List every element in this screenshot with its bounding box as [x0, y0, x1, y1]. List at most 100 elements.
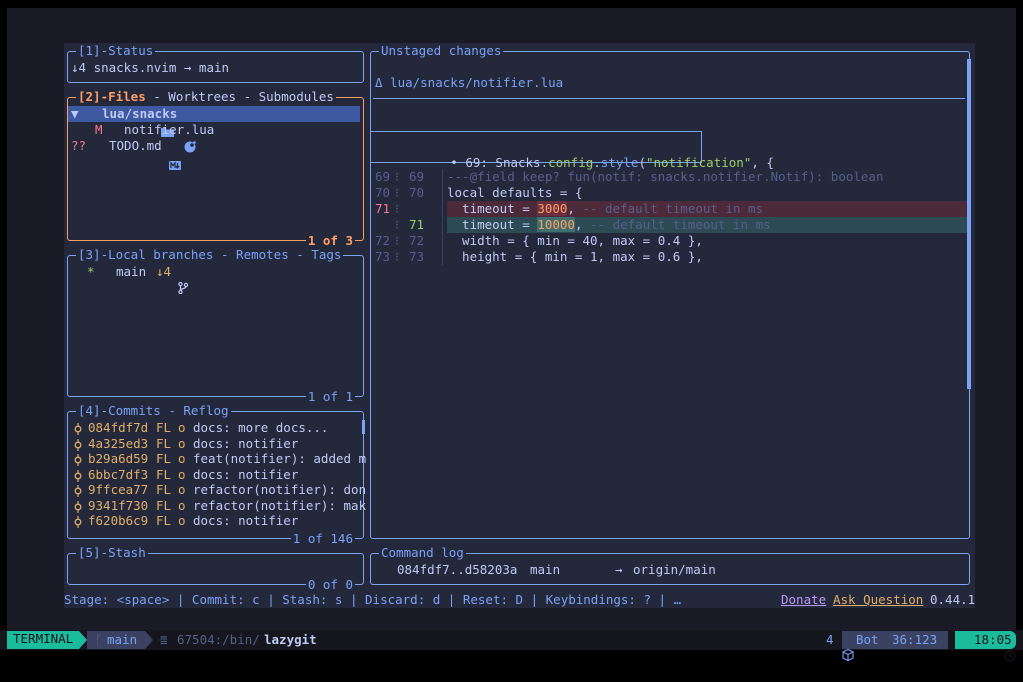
- commits-panel-footer: 1 of 146: [290, 531, 355, 547]
- hunk-dot: .: [593, 155, 601, 170]
- new-line-number: 69: [409, 169, 425, 184]
- hunk-property: config: [548, 155, 594, 170]
- list-item-label: TODO.md: [109, 138, 162, 153]
- commit-status-icon: o: [178, 497, 186, 513]
- new-line-number: 70: [409, 185, 425, 200]
- mode-label: TERMINAL: [13, 631, 74, 646]
- diff-code: timeout =: [447, 217, 538, 232]
- diff-code: defaults = {: [484, 185, 583, 200]
- hunk-line-number: • 69:: [450, 155, 496, 170]
- commit-message: docs: notifier: [193, 435, 299, 451]
- branches-panel-title: [3]-Local branches - Remotes - Tags: [76, 247, 344, 263]
- diff-code: ---@field keep? fun(notif: snacks.notifi…: [447, 169, 884, 184]
- tab-remotes[interactable]: Remotes: [236, 247, 289, 262]
- old-line-number: 70: [375, 185, 391, 200]
- status-panel[interactable]: [1]-Status ↓4 snacks.nvim → main: [67, 43, 364, 83]
- tab-reflog[interactable]: - Reflog: [161, 403, 228, 418]
- git-branch-name: main: [107, 632, 138, 647]
- table-row[interactable]: 9341f730 FL o refactor(notifier): mak: [68, 497, 366, 514]
- commit-author: FL: [156, 497, 172, 513]
- diff-line: 72 ⁝ 72 width = { min = 40, max = 0.4 },: [375, 233, 703, 248]
- modified-status: M: [95, 122, 111, 137]
- terminal-command: lazygit: [264, 632, 317, 647]
- diff-code: ,: [567, 201, 575, 216]
- scrollbar-thumb[interactable]: [362, 420, 365, 434]
- clock-time: 18:05: [974, 632, 1012, 647]
- folder-expand-icon: ▼: [71, 106, 87, 121]
- table-row[interactable]: 084fdf7d FL o docs: more docs...: [68, 420, 360, 436]
- commit-author: FL: [156, 420, 172, 435]
- hunk-tail: , {: [751, 155, 774, 170]
- list-item[interactable]: ▼ lua/snacks: [68, 106, 360, 137]
- branch-name: main: [116, 264, 147, 279]
- commit-hash: 9ffcea77: [88, 482, 149, 497]
- tab-local-branches[interactable]: [3]-Local branches: [78, 247, 213, 262]
- commit-status-icon: o: [178, 482, 186, 497]
- current-branch-star: *: [87, 264, 95, 279]
- commit-message: refactor(notifier): mak: [193, 497, 367, 513]
- scrollbar-thumb[interactable]: [967, 59, 971, 389]
- commit-author: FL: [156, 451, 172, 466]
- stash-panel-title: [5]-Stash: [76, 545, 148, 561]
- tab-tags[interactable]: Tags: [311, 247, 341, 262]
- diff-line: 69 ⁝ 69 ---@field keep? fun(notif: snack…: [375, 169, 884, 184]
- tab-files[interactable]: [2]-Files: [78, 89, 146, 104]
- branches-panel-footer: 1 of 1: [305, 389, 355, 405]
- commit-status-icon: o: [178, 451, 186, 466]
- stash-panel[interactable]: [5]-Stash 0 of 0: [67, 545, 364, 593]
- branch-arrow: [145, 631, 153, 649]
- hunk-string: "notification": [645, 155, 752, 170]
- list-item[interactable]: M notifier.lua: [68, 122, 360, 153]
- commit-author: FL: [156, 482, 172, 497]
- git-branch-segment: ᚴ main: [87, 631, 145, 649]
- branches-panel[interactable]: [3]-Local branches - Remotes - Tags * ma…: [67, 247, 364, 405]
- diff-panel-title: Unstaged changes: [379, 43, 504, 59]
- commit-hash: 084fdf7d: [88, 420, 149, 435]
- diff-code: height = { min = 1, max = 0.6 },: [447, 249, 703, 264]
- mode-indicator: TERMINAL: [7, 631, 80, 649]
- new-line-number: 72: [409, 233, 425, 248]
- commit-message: docs: notifier: [193, 466, 299, 482]
- table-row[interactable]: 6bbc7df3 FL o docs: notifier: [68, 467, 360, 483]
- command-log-panel[interactable]: Command log 084fdf7..d58203a main → orig…: [370, 545, 970, 585]
- table-row[interactable]: f620b6c9 FL o docs: notifier: [68, 513, 360, 529]
- list-item[interactable]: ?? TODO.md: [68, 138, 360, 170]
- files-panel[interactable]: [2]-Files - Worktrees - Submodules ▼ lua…: [67, 89, 364, 249]
- tab-commits[interactable]: [4]-Commits: [78, 403, 161, 418]
- keyword: local: [447, 185, 485, 200]
- tab-worktrees-submodules[interactable]: - Worktrees - Submodules: [146, 89, 334, 104]
- time-segment: 18:05: [955, 631, 1016, 662]
- donate-link[interactable]: Donate: [781, 592, 826, 608]
- commit-hash: b29a6d59: [88, 451, 149, 466]
- new-line-number: 71: [409, 217, 425, 232]
- diff-line: 71 ⁝ timeout = 3000, -- default timeout …: [375, 201, 764, 216]
- commit-status-icon: o: [178, 513, 186, 528]
- table-row[interactable]: 9ffcea77 FL o refactor(notifier): don: [68, 482, 366, 498]
- git-branch-icon: ᚴ: [95, 632, 103, 647]
- hunk-header: • 69: Snacks.config.style("notification"…: [371, 131, 774, 170]
- list-item[interactable]: * main ↓4: [68, 264, 360, 295]
- lazygit-app: [1]-Status ↓4 snacks.nvim → main [2]-Fil…: [64, 43, 975, 608]
- commit-status-icon: o: [178, 435, 186, 451]
- old-line-number: 69: [375, 169, 391, 184]
- position-segment: Bot 36:123: [842, 631, 948, 649]
- log-entry-target: origin/main: [633, 562, 716, 577]
- commits-panel[interactable]: [4]-Commits - Reflog 084fdf7d FL o docs: mo…: [67, 403, 366, 547]
- untracked-status: ??: [71, 138, 94, 153]
- diff-panel[interactable]: Unstaged changes Δ lua/snacks/notifier.l…: [370, 43, 971, 539]
- log-entry-branch: main: [530, 562, 561, 577]
- commit-hash: f620b6c9: [88, 513, 149, 528]
- lsp-count: 4: [826, 632, 834, 647]
- removed-value: 3000: [537, 201, 568, 216]
- added-value: 10000: [537, 217, 575, 232]
- diff-code: timeout =: [447, 201, 538, 216]
- table-row[interactable]: b29a6d59 FL o feat(notifier): added m: [68, 451, 366, 467]
- table-row[interactable]: 4a325ed3 FL o docs: notifier: [68, 436, 360, 452]
- tab-separator: -: [288, 247, 312, 262]
- diff-line: 73 ⁝ 73 height = { min = 1, max = 0.6 },: [375, 249, 703, 264]
- commit-message: feat(notifier): added m: [193, 451, 367, 466]
- hunk-function: style: [600, 155, 639, 170]
- ask-question-link[interactable]: Ask Question: [833, 592, 923, 608]
- diff-line: ⁝ 71 timeout = 10000, -- default timeout…: [395, 217, 771, 232]
- diff-file-header: Δ lua/snacks/notifier.lua: [375, 75, 564, 90]
